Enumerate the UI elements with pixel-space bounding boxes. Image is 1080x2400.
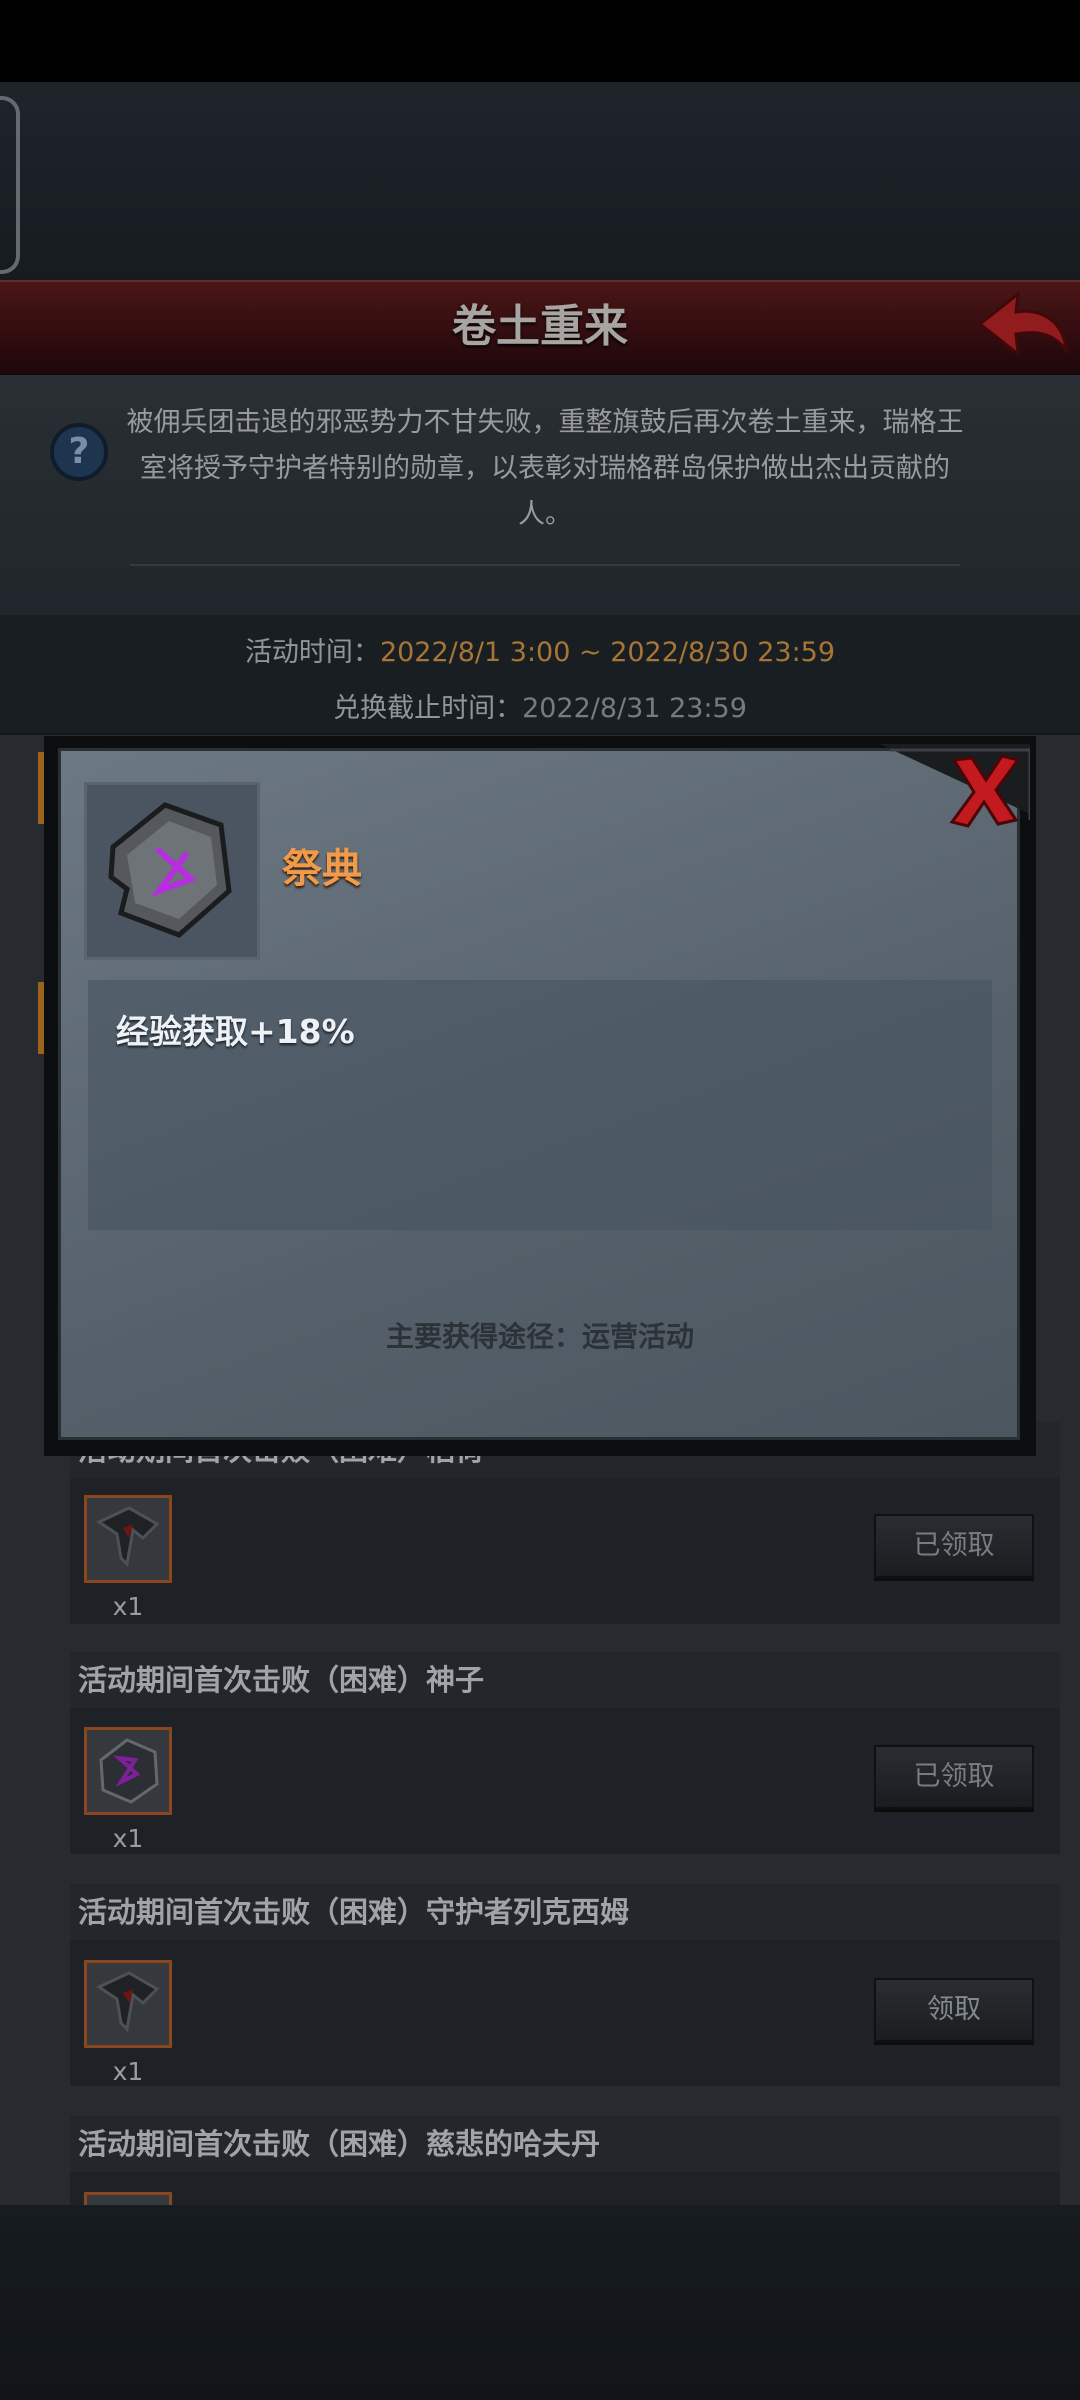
item-icon-frame (84, 782, 260, 960)
close-button[interactable] (880, 740, 1032, 840)
item-name: 祭典 (282, 846, 362, 892)
close-icon (880, 744, 1032, 828)
rune-stone-icon (108, 802, 232, 938)
item-source: 主要获得途径：运营活动 (385, 1320, 694, 1353)
item-effect: 经验获取+18% (116, 1012, 355, 1051)
